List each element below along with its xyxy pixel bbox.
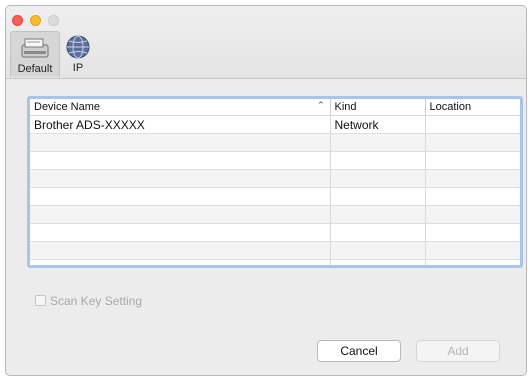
empty-row [30, 223, 520, 242]
globe-icon [66, 35, 90, 64]
add-button[interactable]: Add [416, 340, 500, 362]
device-name-cell: Brother ADS-XXXXX [30, 115, 331, 134]
empty-row [30, 169, 520, 188]
sort-ascending-icon: ⌃ [316, 100, 325, 110]
cancel-button[interactable]: Cancel [317, 340, 401, 362]
dialog-window: Default IP Device Name ⌃ Kind Location B… [5, 5, 527, 376]
location-cell [425, 115, 520, 134]
scan-key-setting-label: Scan Key Setting [50, 294, 143, 308]
table-row[interactable]: Brother ADS-XXXXX Network [30, 115, 520, 134]
table-header-row: Device Name ⌃ Kind Location [30, 99, 520, 116]
tab-default[interactable]: Default [10, 31, 60, 77]
column-header-device-name[interactable]: Device Name ⌃ [30, 99, 331, 116]
empty-row [30, 241, 520, 260]
tab-ip[interactable]: IP [58, 31, 98, 77]
column-header-location[interactable]: Location [425, 99, 520, 116]
empty-row [30, 205, 520, 224]
empty-row [30, 259, 520, 265]
column-header-kind[interactable]: Kind [330, 99, 426, 116]
zoom-window-button[interactable] [48, 15, 59, 26]
scanner-icon [20, 36, 50, 65]
empty-row [30, 151, 520, 170]
empty-row [30, 133, 520, 152]
toolbar-area: Default IP [6, 6, 526, 79]
tab-default-label: Default [17, 63, 53, 75]
minimize-window-button[interactable] [30, 15, 41, 26]
close-window-button[interactable] [12, 15, 23, 26]
empty-row [30, 187, 520, 206]
tab-ip-label: IP [72, 62, 84, 74]
kind-cell: Network [330, 115, 426, 134]
device-table[interactable]: Device Name ⌃ Kind Location Brother ADS-X… [27, 96, 523, 268]
checkbox-box[interactable] [35, 295, 46, 306]
